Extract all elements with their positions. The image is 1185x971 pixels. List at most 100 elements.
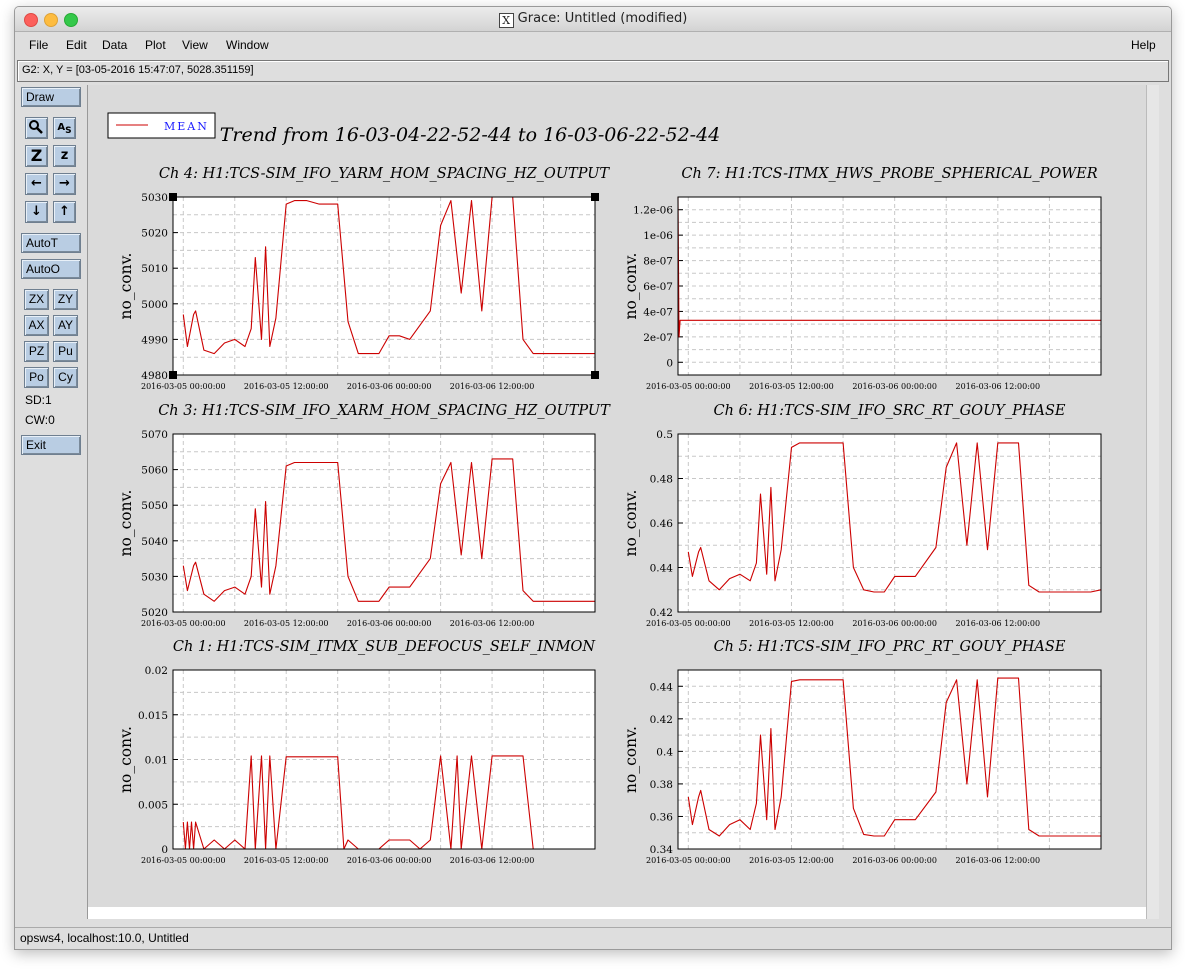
x-tick-label: 2016-03-06 12:00:00 bbox=[450, 382, 535, 391]
window-title-text: Grace: Untitled (modified) bbox=[517, 11, 688, 26]
locator-bar: G2: X, Y = [03-05-2016 15:47:07, 5028.35… bbox=[17, 60, 1169, 82]
y-tick-label: 0.46 bbox=[650, 518, 674, 530]
menu-edit[interactable]: Edit bbox=[66, 38, 87, 52]
selection-handle bbox=[169, 371, 177, 379]
y-tick-label: 4e-07 bbox=[643, 306, 673, 318]
y-tick-label: 5010 bbox=[141, 263, 168, 275]
selection-handle bbox=[591, 193, 599, 201]
plot-title: Trend from 16-03-04-22-52-44 to 16-03-06… bbox=[220, 124, 721, 146]
zoom-in-icon[interactable]: Z bbox=[25, 145, 48, 167]
x11-icon: X bbox=[498, 13, 514, 28]
chart-title: Ch 1: H1:TCS-SIM_ITMX_SUB_DEFOCUS_SELF_I… bbox=[173, 639, 597, 655]
zoom-x-button[interactable]: ZX bbox=[24, 289, 49, 310]
y-tick-label: 1.2e-06 bbox=[633, 205, 673, 217]
draw-button-label: Draw bbox=[26, 90, 55, 104]
menu-plot[interactable]: Plot bbox=[145, 38, 166, 52]
x-tick-label: 2016-03-05 12:00:00 bbox=[749, 619, 834, 628]
x-tick-label: 2016-03-06 00:00:00 bbox=[347, 619, 432, 628]
menu-window[interactable]: Window bbox=[226, 38, 269, 52]
y-tick-label: 5020 bbox=[141, 607, 168, 619]
y-tick-label: 0.015 bbox=[138, 710, 168, 722]
grace-window: X Grace: Untitled (modified) File Edit Da… bbox=[14, 6, 1172, 950]
push-button[interactable]: Pu bbox=[53, 341, 78, 362]
title-bar[interactable]: X Grace: Untitled (modified) bbox=[15, 7, 1171, 32]
autoscale-on-label: AutoO bbox=[26, 262, 61, 276]
legend-label: MEAN bbox=[164, 120, 209, 133]
autoscale-label: AutoT bbox=[26, 236, 59, 250]
y-axis-label: no_conv. bbox=[117, 490, 135, 557]
magnifier-icon[interactable] bbox=[25, 117, 48, 139]
y-axis-label: no_conv. bbox=[622, 490, 640, 557]
chart-title: Ch 7: H1:TCS-ITMX_HWS_PROBE_SPHERICAL_PO… bbox=[681, 166, 1097, 182]
x-tick-label: 2016-03-05 00:00:00 bbox=[141, 382, 226, 391]
zoom-out-icon[interactable]: z bbox=[53, 145, 76, 167]
chart-title: Ch 5: H1:TCS-SIM_IFO_PRC_RT_GOUY_PHASE bbox=[714, 639, 1066, 655]
status-text: opsws4, localhost:10.0, Untitled bbox=[20, 931, 189, 945]
scroll-left-icon[interactable]: ← bbox=[25, 173, 48, 195]
exit-button[interactable]: Exit bbox=[21, 435, 81, 455]
y-tick-label: 5030 bbox=[141, 571, 168, 583]
y-tick-label: 5020 bbox=[141, 228, 168, 240]
y-tick-label: 0.48 bbox=[650, 474, 673, 486]
y-tick-label: 0.44 bbox=[650, 681, 674, 693]
x-tick-label: 2016-03-05 12:00:00 bbox=[749, 382, 834, 391]
push-zoom-button[interactable]: PZ bbox=[24, 341, 49, 362]
y-tick-label: 0.34 bbox=[650, 844, 674, 856]
y-tick-label: 8e-07 bbox=[643, 256, 673, 268]
x-tick-label: 2016-03-05 00:00:00 bbox=[646, 619, 731, 628]
window-title: X Grace: Untitled (modified) bbox=[15, 11, 1171, 28]
x-tick-label: 2016-03-06 12:00:00 bbox=[450, 856, 535, 865]
scroll-right-icon[interactable]: → bbox=[53, 173, 76, 195]
y-tick-label: 0.36 bbox=[650, 811, 674, 823]
x-tick-label: 2016-03-05 00:00:00 bbox=[141, 856, 226, 865]
vertical-scrollbar[interactable] bbox=[1146, 85, 1159, 919]
exit-label: Exit bbox=[26, 438, 47, 452]
plot-area bbox=[678, 670, 1101, 849]
x-tick-label: 2016-03-05 12:00:00 bbox=[244, 382, 329, 391]
autoscale-button[interactable]: AutoT bbox=[21, 233, 81, 253]
x-tick-label: 2016-03-05 00:00:00 bbox=[141, 619, 226, 628]
autoscale-y-button[interactable]: AY bbox=[53, 315, 78, 336]
current-world: CW:0 bbox=[25, 413, 55, 427]
y-tick-label: 5060 bbox=[141, 465, 168, 477]
menu-bar: File Edit Data Plot View Window Help bbox=[15, 32, 1171, 56]
y-tick-label: 5000 bbox=[141, 299, 168, 311]
y-tick-label: 5070 bbox=[141, 429, 168, 441]
status-bar: opsws4, localhost:10.0, Untitled bbox=[15, 927, 1171, 949]
plots-svg[interactable]: MEAN Trend from 16-03-04-22-52-44 to 16-0… bbox=[88, 85, 1146, 907]
y-tick-label: 5040 bbox=[141, 536, 168, 548]
x-tick-label: 2016-03-06 00:00:00 bbox=[347, 856, 432, 865]
scroll-down-icon[interactable]: ↓ bbox=[25, 201, 48, 223]
scroll-up-icon[interactable]: ↑ bbox=[53, 201, 76, 223]
x-tick-label: 2016-03-06 12:00:00 bbox=[956, 619, 1041, 628]
y-tick-label: 5050 bbox=[141, 500, 168, 512]
x-tick-label: 2016-03-06 12:00:00 bbox=[956, 856, 1041, 865]
x-tick-label: 2016-03-06 12:00:00 bbox=[956, 382, 1041, 391]
x-tick-label: 2016-03-06 00:00:00 bbox=[852, 382, 937, 391]
menu-file[interactable]: File bbox=[29, 38, 48, 52]
menu-view[interactable]: View bbox=[182, 38, 208, 52]
y-axis-label: no_conv. bbox=[117, 726, 135, 793]
x-tick-label: 2016-03-06 00:00:00 bbox=[852, 619, 937, 628]
drawing-canvas[interactable]: MEAN Trend from 16-03-04-22-52-44 to 16-0… bbox=[87, 85, 1159, 919]
y-tick-label: 0.4 bbox=[656, 746, 673, 758]
text-icon[interactable]: AS bbox=[53, 117, 76, 139]
selection-handle bbox=[591, 371, 599, 379]
y-tick-label: 2e-07 bbox=[643, 332, 673, 344]
autoscale-on-button[interactable]: AutoO bbox=[21, 259, 81, 279]
y-tick-label: 0.42 bbox=[650, 714, 673, 726]
autoscale-x-button[interactable]: AX bbox=[24, 315, 49, 336]
zoom-y-button[interactable]: ZY bbox=[53, 289, 78, 310]
y-tick-label: 0.42 bbox=[650, 607, 673, 619]
chart-title: Ch 3: H1:TCS-SIM_IFO_XARM_HOM_SPACING_HZ… bbox=[158, 403, 611, 419]
y-tick-label: 5030 bbox=[141, 192, 168, 204]
locator-text: G2: X, Y = [03-05-2016 15:47:07, 5028.35… bbox=[22, 64, 254, 76]
menu-help[interactable]: Help bbox=[1131, 38, 1156, 52]
cycle-button[interactable]: Cy bbox=[53, 367, 78, 388]
menu-data[interactable]: Data bbox=[102, 38, 127, 52]
pop-button[interactable]: Po bbox=[24, 367, 49, 388]
y-tick-label: 0.44 bbox=[650, 563, 674, 575]
chart-title: Ch 6: H1:TCS-SIM_IFO_SRC_RT_GOUY_PHASE bbox=[713, 403, 1065, 419]
draw-button[interactable]: Draw bbox=[21, 87, 81, 107]
x-tick-label: 2016-03-05 00:00:00 bbox=[646, 382, 731, 391]
